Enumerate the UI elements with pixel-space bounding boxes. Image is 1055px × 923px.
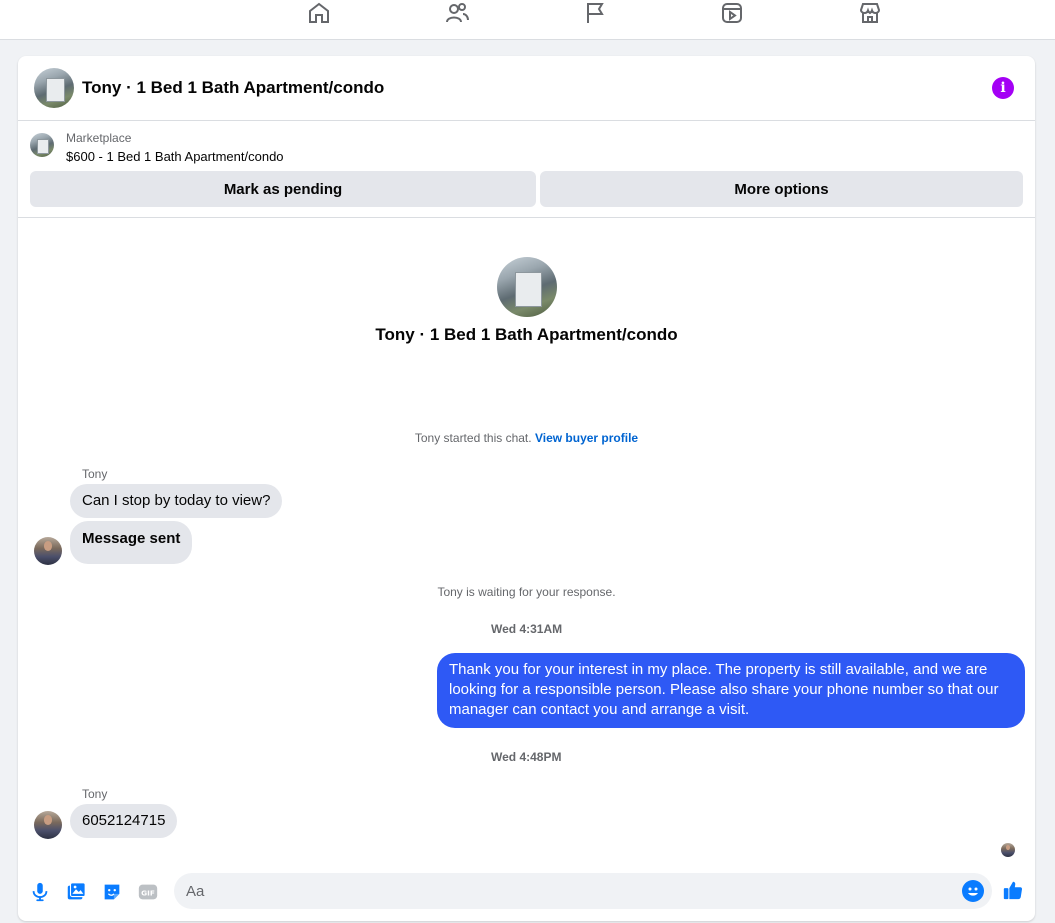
incoming-message[interactable]: Can I stop by today to view? xyxy=(70,484,283,518)
gif-icon[interactable]: GIF xyxy=(136,880,160,904)
microphone-icon[interactable] xyxy=(28,880,52,904)
more-options-button[interactable]: More options xyxy=(540,171,1023,207)
info-icon[interactable]: i xyxy=(992,77,1014,99)
top-navigation xyxy=(0,0,1055,40)
svg-text:GIF: GIF xyxy=(141,889,155,898)
view-buyer-profile-link[interactable]: View buyer profile xyxy=(535,431,638,445)
photo-icon[interactable] xyxy=(64,880,88,904)
timestamp: Wed 4:31AM xyxy=(491,622,563,636)
emoji-icon[interactable] xyxy=(962,880,984,902)
chat-panel: Tony · 1 Bed 1 Bath Apartment/condo i Ma… xyxy=(18,56,1035,921)
conversation-title: Tony · 1 Bed 1 Bath Apartment/condo xyxy=(375,325,678,344)
timestamp: Wed 4:48PM xyxy=(491,750,562,764)
home-icon[interactable] xyxy=(306,0,332,26)
mark-as-pending-button[interactable]: Mark as pending xyxy=(30,171,536,207)
outgoing-message[interactable]: Thank you for your interest in my place.… xyxy=(437,653,1025,728)
listing-avatar[interactable] xyxy=(34,68,74,108)
video-icon[interactable] xyxy=(719,0,745,26)
sender-name: Tony xyxy=(82,787,108,801)
sticker-icon[interactable] xyxy=(100,880,124,904)
seen-receipt-avatar xyxy=(1001,843,1015,857)
conversation-avatar[interactable] xyxy=(497,257,557,317)
flag-icon[interactable] xyxy=(582,0,608,26)
marketplace-label: Marketplace xyxy=(66,131,132,145)
message-composer: GIF xyxy=(18,868,1035,921)
sender-avatar[interactable] xyxy=(34,811,62,839)
message-sent-card[interactable]: Message sent xyxy=(70,521,193,564)
listing-title[interactable]: $600 - 1 Bed 1 Bath Apartment/condo xyxy=(66,149,284,164)
sender-name: Tony xyxy=(82,467,108,481)
marketplace-listing-bar: Marketplace $600 - 1 Bed 1 Bath Apartmen… xyxy=(18,121,1035,218)
message-input[interactable] xyxy=(174,873,992,909)
chat-started-notice: Tony started this chat. View buyer profi… xyxy=(18,431,1035,445)
like-icon[interactable] xyxy=(1001,878,1025,902)
conversation-thread: Tony · 1 Bed 1 Bath Apartment/condo Tony… xyxy=(18,218,1035,868)
sender-avatar[interactable] xyxy=(34,537,62,565)
marketplace-icon[interactable] xyxy=(857,0,883,26)
friends-icon[interactable] xyxy=(444,0,470,26)
waiting-notice: Tony is waiting for your response. xyxy=(437,585,616,599)
chat-started-text: Tony started this chat. xyxy=(414,431,532,445)
chat-header: Tony · 1 Bed 1 Bath Apartment/condo i xyxy=(18,56,1035,121)
listing-thumbnail[interactable] xyxy=(30,133,54,157)
chat-title[interactable]: Tony · 1 Bed 1 Bath Apartment/condo xyxy=(82,78,384,98)
incoming-message[interactable]: 6052124715 xyxy=(70,804,178,838)
